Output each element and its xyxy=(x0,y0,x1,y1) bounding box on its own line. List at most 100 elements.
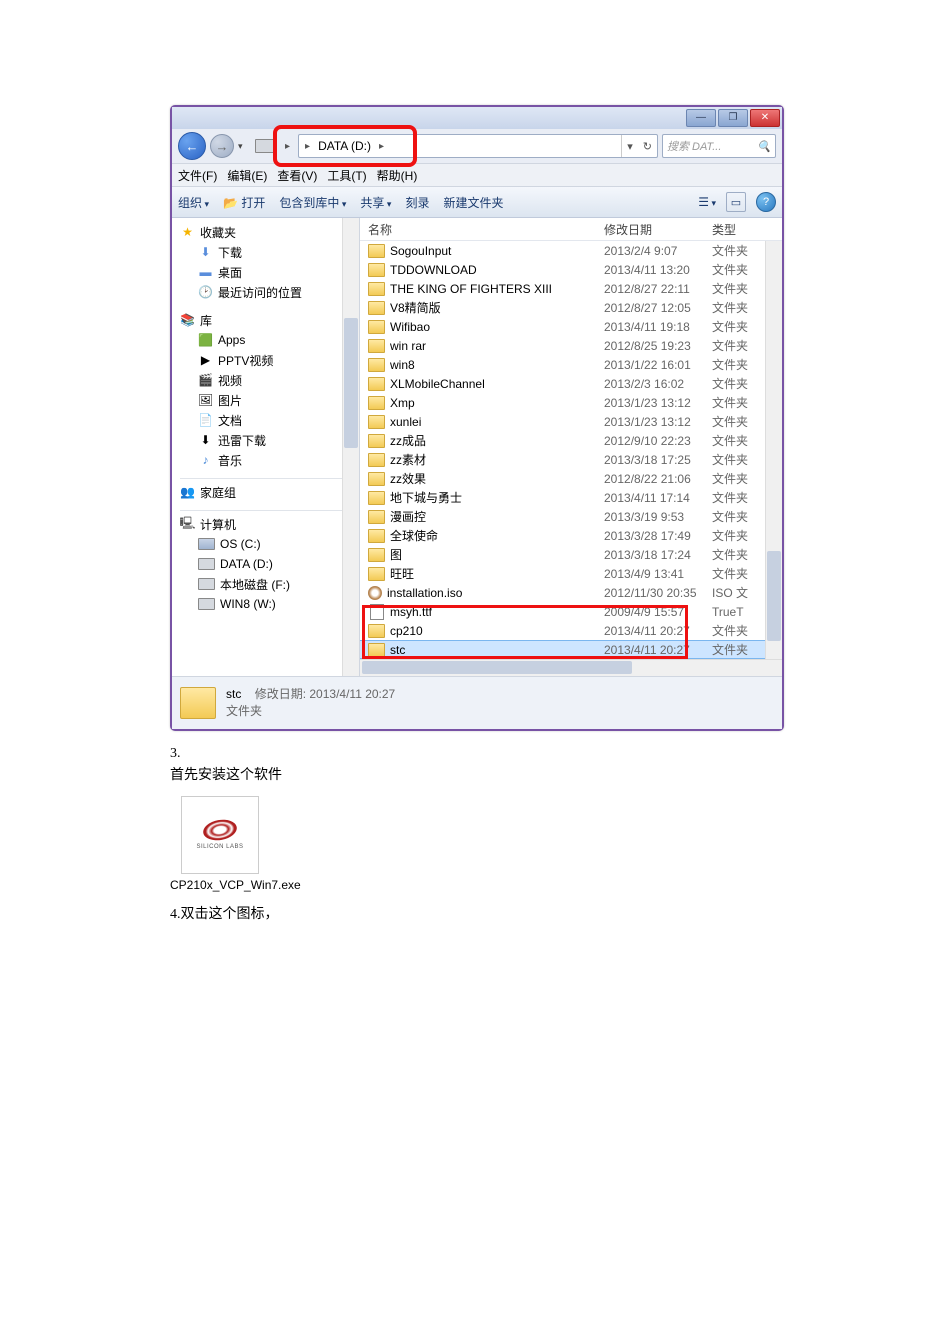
file-row[interactable]: V8精简版2012/8/27 12:05文件夹 xyxy=(360,298,782,317)
nav-documents[interactable]: 📄文档 xyxy=(180,410,359,430)
preview-pane-button[interactable]: ▭ xyxy=(726,192,746,212)
toolbar-include-in-library[interactable]: 包含到库中 xyxy=(279,194,346,211)
file-row[interactable]: Wifibao2013/4/11 19:18文件夹 xyxy=(360,317,782,336)
folder-icon xyxy=(368,263,385,277)
file-date: 2013/1/23 13:12 xyxy=(604,396,712,410)
minimize-button[interactable]: — xyxy=(686,109,716,127)
scrollbar-thumb[interactable] xyxy=(362,661,632,674)
file-row[interactable]: 图2013/3/18 17:24文件夹 xyxy=(360,545,782,564)
menu-file[interactable]: 文件(F) xyxy=(178,167,217,184)
nav-row: ← → ▾ ▸ ▸ DATA (D:) ▸ ▾ ↻ 搜索 DAT... 🔍 xyxy=(172,129,782,163)
file-row[interactable]: XLMobileChannel2013/2/3 16:02文件夹 xyxy=(360,374,782,393)
nav-video[interactable]: 🎬视频 xyxy=(180,370,359,390)
breadcrumb-chevron-icon[interactable]: ▸ xyxy=(281,141,294,152)
nav-pptv[interactable]: ▶PPTV视频 xyxy=(180,350,359,370)
nav-drive-c[interactable]: OS (C:) xyxy=(180,534,359,554)
document-icon: 📄 xyxy=(198,413,213,428)
navigation-pane: ★收藏夹 ⬇下载 ▬桌面 🕑最近访问的位置 📚库 🟩Apps ▶PPTV视频 🎬… xyxy=(172,218,360,676)
nav-computer[interactable]: 🖳计算机 xyxy=(180,514,359,534)
file-row[interactable]: win82013/1/22 16:01文件夹 xyxy=(360,355,782,374)
toolbar-organize[interactable]: 组织 xyxy=(178,194,209,211)
column-date[interactable]: 修改日期 xyxy=(604,221,712,238)
file-date: 2012/11/30 20:35 xyxy=(604,586,712,600)
nav-drive-f[interactable]: 本地磁盘 (F:) xyxy=(180,574,359,594)
file-row[interactable]: installation.iso2012/11/30 20:35ISO 文 xyxy=(360,583,782,602)
nav-pictures[interactable]: 🖼图片 xyxy=(180,390,359,410)
refresh-icon[interactable]: ↻ xyxy=(638,140,657,153)
folder-icon xyxy=(368,510,385,524)
menu-edit[interactable]: 编辑(E) xyxy=(227,167,267,184)
close-button[interactable]: ✕ xyxy=(750,109,780,127)
file-date: 2013/2/3 16:02 xyxy=(604,377,712,391)
status-bar: stc 修改日期: 2013/4/11 20:27 文件夹 xyxy=(172,676,782,729)
maximize-button[interactable]: ❐ xyxy=(718,109,748,127)
file-date: 2013/1/23 13:12 xyxy=(604,415,712,429)
file-date: 2013/3/19 9:53 xyxy=(604,510,712,524)
file-row[interactable]: 全球使命2013/3/28 17:49文件夹 xyxy=(360,526,782,545)
view-mode-button[interactable]: ☰ xyxy=(698,195,716,209)
file-row[interactable]: zz成品2012/9/10 22:23文件夹 xyxy=(360,431,782,450)
nav-homegroup[interactable]: 👥家庭组 xyxy=(180,482,359,502)
scrollbar-thumb[interactable] xyxy=(767,551,781,641)
nav-back-button[interactable]: ← xyxy=(178,132,206,160)
file-row[interactable]: 地下城与勇士2013/4/11 17:14文件夹 xyxy=(360,488,782,507)
toolbar-new-folder[interactable]: 新建文件夹 xyxy=(443,194,503,211)
menu-tools[interactable]: 工具(T) xyxy=(327,167,366,184)
file-row[interactable]: msyh.ttf2009/4/9 15:57TrueT xyxy=(360,602,782,621)
list-vertical-scrollbar[interactable] xyxy=(765,241,782,659)
file-row[interactable]: zz素材2013/3/18 17:25文件夹 xyxy=(360,450,782,469)
help-button[interactable]: ? xyxy=(756,192,776,212)
menu-view[interactable]: 查看(V) xyxy=(277,167,317,184)
file-row[interactable]: stc2013/4/11 20:27文件夹 xyxy=(360,640,782,659)
file-row[interactable]: zz效果2012/8/22 21:06文件夹 xyxy=(360,469,782,488)
file-row[interactable]: win rar2012/8/25 19:23文件夹 xyxy=(360,336,782,355)
nav-drive-w[interactable]: WIN8 (W:) xyxy=(180,594,359,614)
breadcrumb-chevron-icon[interactable]: ▸ xyxy=(375,141,388,152)
file-row[interactable]: xunlei2013/1/23 13:12文件夹 xyxy=(360,412,782,431)
file-row[interactable]: 旺旺2013/4/9 13:41文件夹 xyxy=(360,564,782,583)
toolbar: 组织 📂 打开 包含到库中 共享 刻录 新建文件夹 ☰ ▭ ? xyxy=(172,187,782,218)
apps-icon: 🟩 xyxy=(198,333,213,348)
column-type[interactable]: 类型 xyxy=(712,221,782,238)
nav-music[interactable]: ♪音乐 xyxy=(180,450,359,470)
nav-xunlei-downloads[interactable]: ⬇迅雷下载 xyxy=(180,430,359,450)
menu-help[interactable]: 帮助(H) xyxy=(377,167,418,184)
search-input[interactable]: 搜索 DAT... 🔍 xyxy=(662,134,776,158)
status-date-label: 修改日期: xyxy=(255,687,306,701)
scrollbar-thumb[interactable] xyxy=(344,318,358,448)
nav-drive-d[interactable]: DATA (D:) xyxy=(180,554,359,574)
file-row[interactable]: Xmp2013/1/23 13:12文件夹 xyxy=(360,393,782,412)
nav-libraries[interactable]: 📚库 xyxy=(180,310,359,330)
nav-apps[interactable]: 🟩Apps xyxy=(180,330,359,350)
addr-dropdown-icon[interactable]: ▾ xyxy=(622,140,638,153)
folder-icon xyxy=(368,529,385,543)
toolbar-share[interactable]: 共享 xyxy=(360,194,391,211)
file-row[interactable]: TDDOWNLOAD2013/4/11 13:20文件夹 xyxy=(360,260,782,279)
folder-icon xyxy=(368,282,385,296)
file-row[interactable]: 漫画控2013/3/19 9:53文件夹 xyxy=(360,507,782,526)
file-date: 2013/4/9 13:41 xyxy=(604,567,712,581)
file-row[interactable]: SogouInput2013/2/4 9:07文件夹 xyxy=(360,241,782,260)
column-name[interactable]: 名称 xyxy=(368,221,604,238)
toolbar-open[interactable]: 📂 打开 xyxy=(223,194,265,211)
breadcrumb-drive[interactable]: DATA (D:) xyxy=(318,139,371,153)
file-name: TDDOWNLOAD xyxy=(390,263,477,277)
file-row[interactable]: cp2102013/4/11 20:27文件夹 xyxy=(360,621,782,640)
nav-recent[interactable]: 🕑最近访问的位置 xyxy=(180,282,359,302)
exe-icon[interactable]: SILICON LABS xyxy=(181,796,259,874)
folder-icon xyxy=(368,377,385,391)
nav-forward-button[interactable]: → xyxy=(210,134,234,158)
list-horizontal-scrollbar[interactable] xyxy=(360,659,782,676)
navpane-scrollbar[interactable] xyxy=(342,218,359,676)
download-icon: ⬇ xyxy=(198,245,213,260)
nav-history-dropdown[interactable]: ▾ xyxy=(238,141,248,152)
address-bar[interactable]: ▸ DATA (D:) ▸ ▾ ↻ xyxy=(298,134,658,158)
file-row[interactable]: THE KING OF FIGHTERS XIII2012/8/27 22:11… xyxy=(360,279,782,298)
nav-favorites[interactable]: ★收藏夹 xyxy=(180,222,359,242)
nav-downloads[interactable]: ⬇下载 xyxy=(180,242,359,262)
nav-desktop[interactable]: ▬桌面 xyxy=(180,262,359,282)
file-name: xunlei xyxy=(390,415,421,429)
toolbar-burn[interactable]: 刻录 xyxy=(405,194,429,211)
file-name: 全球使命 xyxy=(390,527,438,544)
breadcrumb-chevron-icon[interactable]: ▸ xyxy=(301,141,314,152)
